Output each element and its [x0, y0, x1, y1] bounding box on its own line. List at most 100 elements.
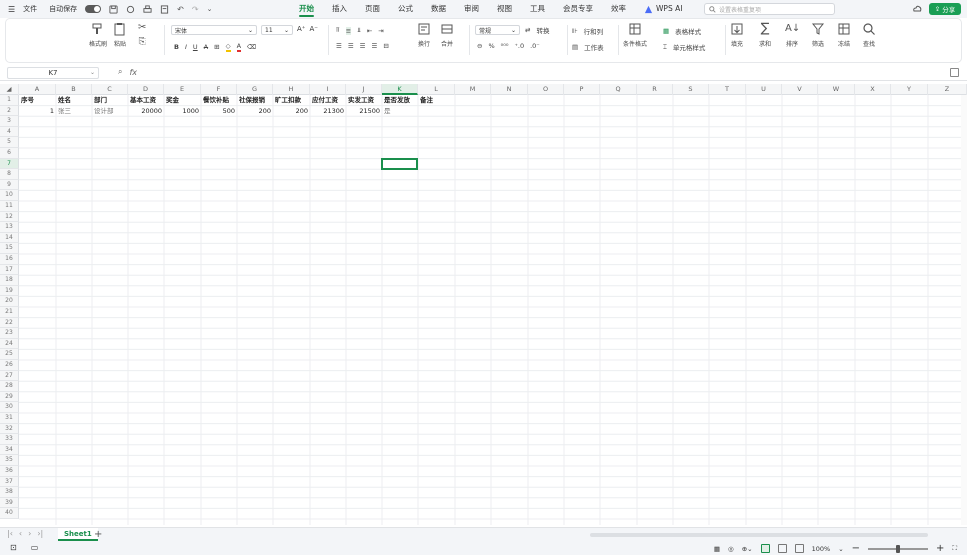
page-layout-icon[interactable]: [777, 544, 787, 553]
save-icon[interactable]: [109, 4, 118, 14]
page-break-icon[interactable]: [794, 544, 804, 553]
decrease-font-icon[interactable]: A⁻: [309, 25, 317, 35]
zoom-formula-icon[interactable]: ⌕: [118, 67, 122, 77]
zoom-out-icon[interactable]: −: [852, 543, 860, 554]
chevron-down-icon[interactable]: ⌄: [207, 5, 213, 13]
font-size-select[interactable]: 11 ⌄: [261, 25, 293, 35]
tab-view[interactable]: 视图: [488, 0, 521, 18]
header-cell[interactable]: 实发工资: [346, 95, 382, 106]
sheet-view-icon[interactable]: ▭: [31, 543, 39, 552]
align-top-icon[interactable]: ⫪: [336, 26, 340, 35]
vertical-scrollbar[interactable]: [961, 95, 967, 525]
tab-efficiency[interactable]: 效率: [602, 0, 635, 18]
wrap-text-button[interactable]: 换行: [417, 22, 431, 48]
tab-wps-ai[interactable]: WPS AI: [635, 0, 691, 18]
header-cell[interactable]: 应付工资: [310, 95, 346, 106]
font-color-icon[interactable]: A: [236, 42, 242, 52]
first-sheet-icon[interactable]: |‹: [7, 529, 13, 538]
fx-icon[interactable]: fx: [129, 68, 137, 77]
increase-font-icon[interactable]: A⁺: [297, 25, 305, 35]
chevron-down-icon[interactable]: ⌄: [838, 545, 843, 553]
decrease-decimal-icon[interactable]: .0⁻: [530, 42, 540, 50]
data-cell[interactable]: 200: [237, 106, 273, 117]
strikethrough-icon[interactable]: A: [204, 43, 208, 51]
tab-member[interactable]: 会员专享: [554, 0, 602, 18]
print-icon[interactable]: [143, 4, 152, 14]
italic-icon[interactable]: I: [185, 43, 187, 51]
zoom-in-icon[interactable]: +: [936, 543, 944, 554]
data-cell[interactable]: 1000: [164, 106, 201, 117]
cloud-sync-icon[interactable]: [126, 5, 135, 14]
sheet-tab[interactable]: Sheet1: [58, 528, 98, 541]
paste-button[interactable]: 粘贴: [113, 22, 127, 48]
hamburger-icon[interactable]: ☰: [8, 5, 15, 14]
tab-data[interactable]: 数据: [422, 0, 455, 18]
bold-icon[interactable]: B: [174, 43, 179, 51]
tab-formulas[interactable]: 公式: [389, 0, 422, 18]
fill-color-icon[interactable]: ◇: [225, 42, 231, 52]
macro-icon[interactable]: ⊡: [10, 543, 17, 552]
name-box[interactable]: K7 ⌄: [7, 67, 99, 79]
currency-icon[interactable]: ⊖: [477, 42, 482, 50]
tab-review[interactable]: 审阅: [455, 0, 488, 18]
format-painter-button[interactable]: 格式刷: [89, 22, 107, 48]
prev-sheet-icon[interactable]: ‹: [19, 529, 22, 538]
header-cell[interactable]: 基本工资: [128, 95, 164, 106]
sort-button[interactable]: A↓ 排序: [785, 22, 800, 48]
data-cell[interactable]: 200: [273, 106, 310, 117]
normal-view-icon[interactable]: [760, 544, 770, 553]
align-bottom-icon[interactable]: ⫫: [357, 26, 361, 35]
header-cell[interactable]: 是否发放: [382, 95, 418, 106]
header-cell[interactable]: 姓名: [56, 95, 92, 106]
decrease-indent-icon[interactable]: ⇤: [367, 27, 372, 35]
percent-icon[interactable]: %: [488, 42, 494, 50]
fill-button[interactable]: 填充: [730, 22, 744, 48]
tab-insert[interactable]: 插入: [323, 0, 356, 18]
cloud-icon[interactable]: [912, 4, 922, 14]
data-cell[interactable]: 20000: [128, 106, 164, 117]
data-cell[interactable]: 21500: [346, 106, 382, 117]
data-cell[interactable]: 是: [382, 106, 418, 117]
print-preview-icon[interactable]: [160, 4, 169, 14]
header-cell[interactable]: 备注: [418, 95, 455, 106]
tab-home[interactable]: 开始: [290, 0, 323, 18]
header-cell[interactable]: 社保报销: [237, 95, 273, 106]
conditional-format-button[interactable]: 条件格式: [623, 22, 647, 48]
merge-button[interactable]: 合并: [440, 22, 454, 48]
find-button[interactable]: 查找: [862, 22, 876, 48]
search-input[interactable]: 设置表格重复项: [704, 3, 835, 15]
add-sheet-icon[interactable]: +: [94, 528, 102, 541]
crosshair-icon[interactable]: ⊕⌄: [742, 545, 753, 553]
cut-icon[interactable]: ✂: [138, 22, 146, 33]
undo-icon[interactable]: ↶: [177, 5, 184, 14]
data-cell[interactable]: 设计部: [92, 106, 128, 117]
horizontal-scrollbar[interactable]: [590, 533, 928, 537]
data-cell[interactable]: [418, 106, 455, 117]
font-family-select[interactable]: 宋体 ⌄: [171, 25, 257, 35]
row-col-button[interactable]: ⊪ 行和列: [572, 26, 603, 36]
formula-input[interactable]: [150, 67, 930, 78]
sum-button[interactable]: ∑ 求和: [758, 22, 772, 49]
increase-indent-icon[interactable]: ⇥: [378, 27, 383, 35]
header-cell[interactable]: 餐饮补贴: [201, 95, 237, 106]
file-menu[interactable]: 文件: [23, 4, 37, 14]
header-cell[interactable]: 部门: [92, 95, 128, 106]
worksheet-button[interactable]: ▤ 工作表: [572, 42, 604, 52]
align-middle-icon[interactable]: ≡: [345, 26, 352, 35]
data-cell[interactable]: 21300: [310, 106, 346, 117]
cell-style-button[interactable]: ⌶ 单元格样式: [663, 42, 705, 53]
zoom-level[interactable]: 100%: [812, 545, 831, 553]
header-cell[interactable]: 奖金: [164, 95, 201, 106]
underline-icon[interactable]: U: [193, 43, 198, 51]
data-cell[interactable]: 张三: [56, 106, 92, 117]
border-icon[interactable]: ⊞: [214, 43, 219, 51]
last-sheet-icon[interactable]: ›|: [37, 529, 43, 538]
justify-icon[interactable]: ☰: [371, 42, 377, 50]
data-cell[interactable]: 1: [19, 106, 56, 117]
increase-decimal-icon[interactable]: ⁺.0: [514, 42, 524, 50]
align-center-icon[interactable]: ☰: [348, 42, 354, 50]
zoom-slider[interactable]: [868, 544, 929, 553]
thousands-icon[interactable]: ⁰⁰⁰: [501, 42, 509, 50]
table-view-icon[interactable]: ▦: [714, 545, 720, 553]
convert-button[interactable]: ⇄ 转换: [525, 25, 549, 35]
